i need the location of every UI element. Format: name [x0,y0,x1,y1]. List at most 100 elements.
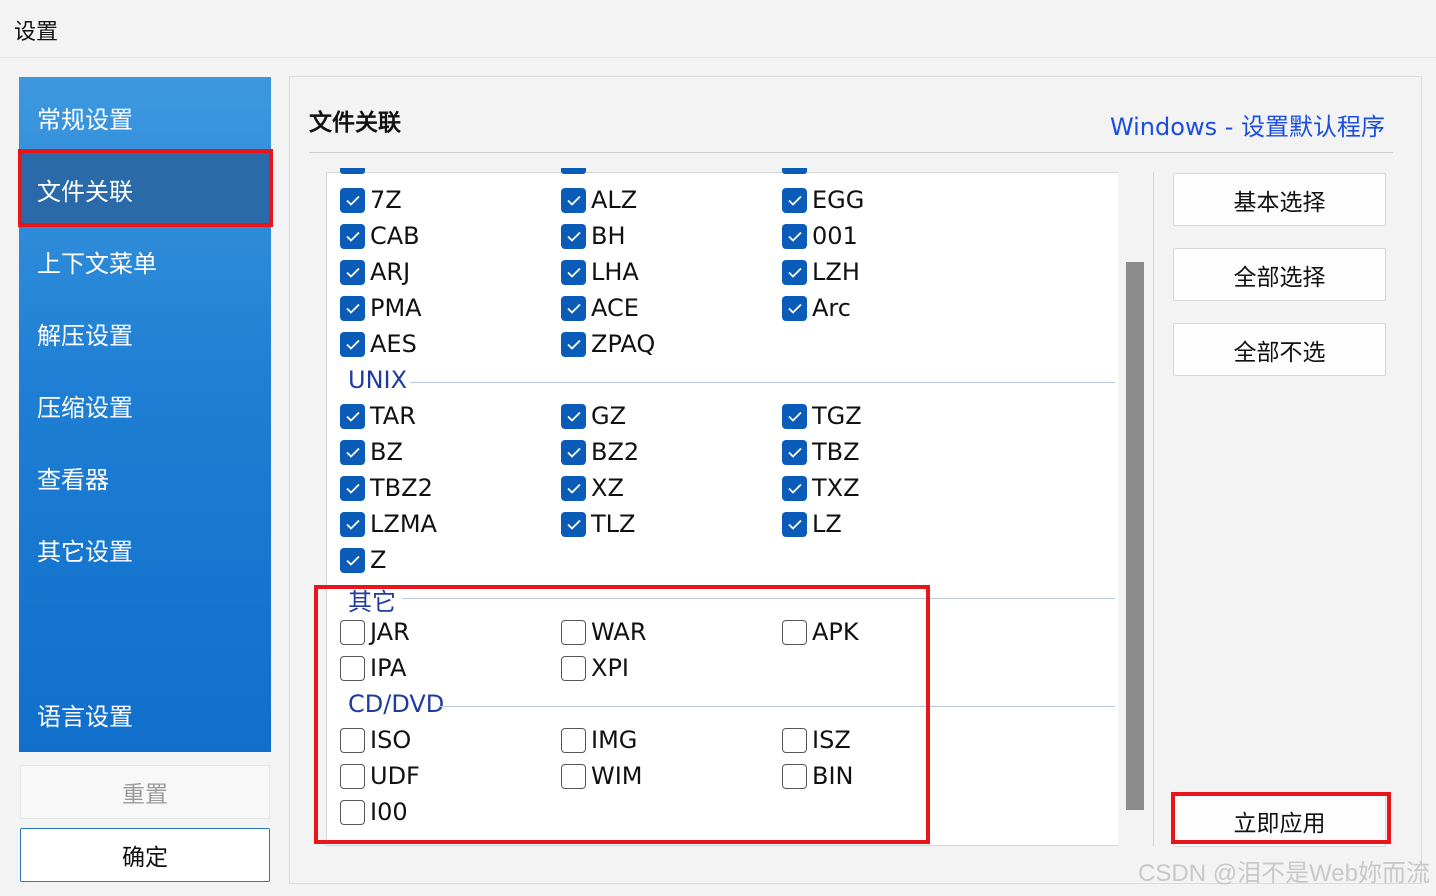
checkbox-ipa[interactable]: IPA [340,653,406,683]
checkbox-apk[interactable]: APK [782,617,859,647]
checkbox-unchecked-icon[interactable] [561,655,586,681]
checkbox-udf[interactable]: UDF [340,761,420,791]
checkbox-alz[interactable]: ALZ [561,185,637,215]
checkbox-unchecked-icon[interactable] [340,655,365,681]
checkbox-checked-icon[interactable] [340,223,365,249]
checkbox-checked-icon[interactable] [782,403,807,429]
checkbox-unchecked-icon[interactable] [782,763,807,789]
select-all-button[interactable]: 全部选择 [1173,248,1386,301]
checkbox-checked-icon[interactable] [340,403,365,429]
checkbox-unchecked-icon[interactable] [782,619,807,645]
checkbox-lha[interactable]: LHA [561,257,639,287]
checkmark-icon [345,519,360,530]
checkbox-checked-icon[interactable] [782,439,807,465]
checkbox-checked-icon[interactable] [782,223,807,249]
reset-button[interactable]: 重置 [20,765,270,819]
checkbox-unchecked-icon[interactable] [340,727,365,753]
checkbox-unchecked-icon[interactable] [340,619,365,645]
checkbox-unchecked-icon[interactable] [782,727,807,753]
checkbox-tlz[interactable]: TLZ [561,509,635,539]
checkbox-checked-icon[interactable] [340,511,365,537]
checkbox-001[interactable]: 001 [782,221,858,251]
checkbox-xpi[interactable]: XPI [561,653,629,683]
checkbox-tbz2[interactable]: TBZ2 [340,473,433,503]
checkbox-isz[interactable]: ISZ [782,725,851,755]
checkbox-checked-icon[interactable] [561,223,586,249]
checkbox-checked-icon[interactable] [340,475,365,501]
checkbox-checked-icon[interactable] [561,403,586,429]
sidebar-item-extract[interactable]: 解压设置 [19,297,271,369]
sidebar-item-compress[interactable]: 压缩设置 [19,369,271,441]
checkbox-wim[interactable]: WIM [561,761,643,791]
checkbox-unchecked-icon[interactable] [340,763,365,789]
apply-now-button[interactable]: 立即应用 [1173,794,1386,847]
sidebar-item-context-menu[interactable]: 上下文菜单 [19,225,271,297]
checkbox-egg[interactable]: EGG [782,185,864,215]
checkbox-i00[interactable]: I00 [340,797,408,827]
checkbox-checked-icon[interactable] [782,259,807,285]
checkbox-checked-icon[interactable] [561,511,586,537]
checkbox-bz[interactable]: BZ [340,437,403,467]
checkbox-ace[interactable]: ACE [561,293,639,323]
checkbox-tgz[interactable]: TGZ [782,401,862,431]
checkbox-unchecked-icon[interactable] [561,727,586,753]
checkbox-checked-icon[interactable] [561,331,586,357]
default-programs-link[interactable]: Windows - 设置默认程序 [1110,107,1385,142]
checkbox-bin[interactable]: BIN [782,761,854,791]
checkbox-7z[interactable]: 7Z [340,185,402,215]
checkbox-arc[interactable]: Arc [782,293,851,323]
checkmark-icon [566,303,581,314]
group-divider [438,706,1115,707]
checkbox-zpaq[interactable]: ZPAQ [561,329,655,359]
checkbox-cab[interactable]: CAB [340,221,420,251]
checkbox-war[interactable]: WAR [561,617,647,647]
checkbox-tar[interactable]: TAR [340,401,416,431]
checkbox-pma[interactable]: PMA [340,293,422,323]
scrollbar-thumb[interactable] [1126,262,1144,810]
sidebar-item-language[interactable]: 语言设置 [19,678,271,750]
checkbox-unchecked-icon[interactable] [561,763,586,789]
checkbox-unchecked-icon[interactable] [561,619,586,645]
checkbox-checked-icon[interactable] [561,295,586,321]
checkbox-checked-icon[interactable] [561,475,586,501]
sidebar-item-viewer[interactable]: 查看器 [19,441,271,513]
checkbox-xz[interactable]: XZ [561,473,624,503]
checkbox-checked-icon[interactable] [561,259,586,285]
checkbox-checked-icon[interactable] [561,187,586,213]
checkmark-icon [345,231,360,242]
sidebar-item-other[interactable]: 其它设置 [19,513,271,585]
checkbox-checked-icon[interactable] [782,475,807,501]
checkbox-lzma[interactable]: LZMA [340,509,437,539]
checkmark-icon [566,447,581,458]
basic-select-button[interactable]: 基本选择 [1173,173,1386,226]
ok-button[interactable]: 确定 [20,828,270,882]
checkbox-lz[interactable]: LZ [782,509,842,539]
checkbox-z[interactable]: Z [340,545,386,575]
checkbox-checked-icon[interactable] [340,187,365,213]
checkbox-iso[interactable]: ISO [340,725,411,755]
checkbox-checked-icon[interactable] [340,331,365,357]
checkbox-checked-icon[interactable] [782,295,807,321]
select-none-button[interactable]: 全部不选 [1173,323,1386,376]
page-title: 文件关联 [309,110,401,136]
checkbox-aes[interactable]: AES [340,329,417,359]
checkbox-checked-icon[interactable] [782,511,807,537]
checkbox-checked-icon[interactable] [782,187,807,213]
checkbox-gz[interactable]: GZ [561,401,626,431]
checkbox-bz2[interactable]: BZ2 [561,437,639,467]
sidebar-item-file-association[interactable]: 文件关联 [19,153,271,225]
checkbox-checked-icon[interactable] [340,259,365,285]
checkbox-checked-icon[interactable] [340,439,365,465]
checkbox-unchecked-icon[interactable] [340,799,365,825]
checkbox-img[interactable]: IMG [561,725,637,755]
checkbox-checked-icon[interactable] [340,295,365,321]
checkbox-lzh[interactable]: LZH [782,257,860,287]
checkbox-tbz[interactable]: TBZ [782,437,860,467]
checkbox-jar[interactable]: JAR [340,617,410,647]
checkbox-arj[interactable]: ARJ [340,257,410,287]
sidebar-item-general[interactable]: 常规设置 [19,81,271,153]
checkbox-bh[interactable]: BH [561,221,626,251]
checkbox-txz[interactable]: TXZ [782,473,860,503]
checkbox-checked-icon[interactable] [561,439,586,465]
checkbox-checked-icon[interactable] [340,547,365,573]
